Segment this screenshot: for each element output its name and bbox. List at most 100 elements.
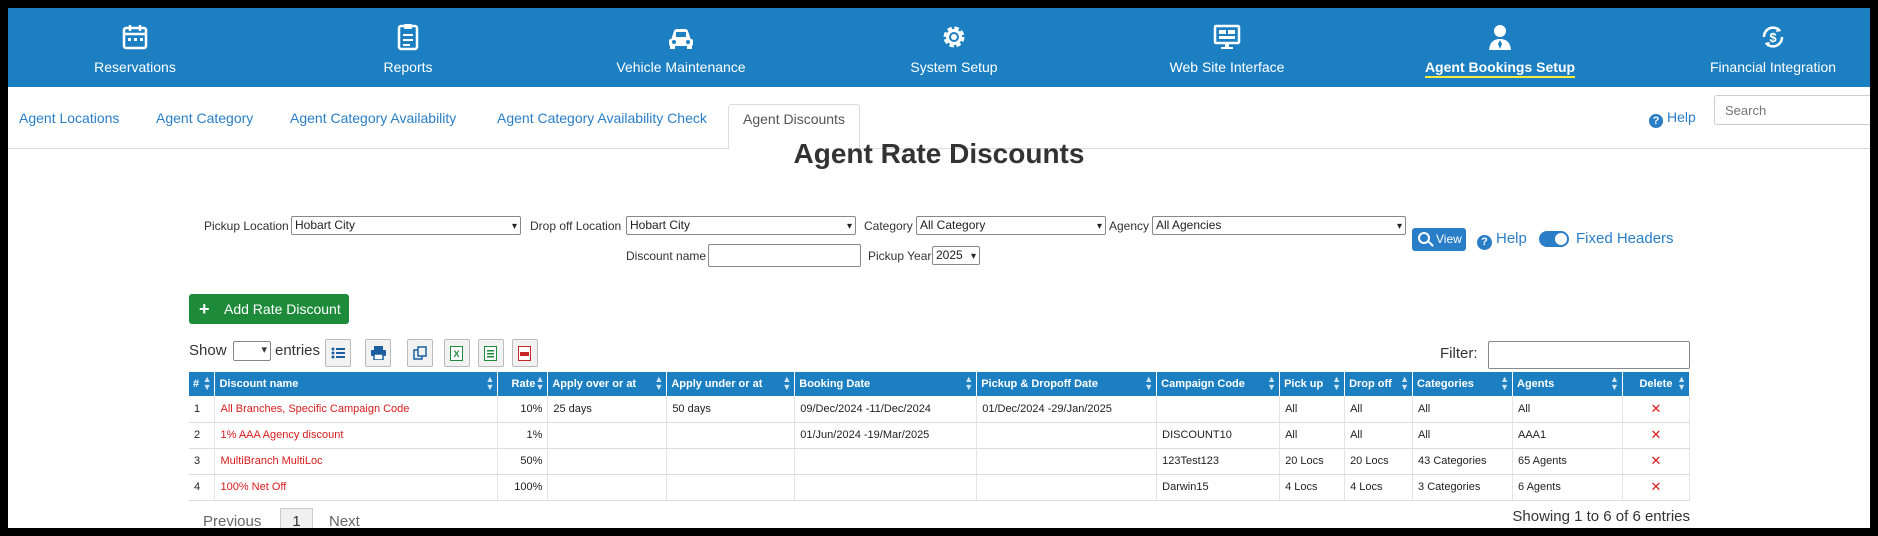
add-rate-discount-button[interactable]: + Add Rate Discount — [189, 294, 349, 324]
table-cell — [666, 474, 796, 501]
table-cell: 50 days — [666, 396, 796, 423]
column-header-label: Discount name — [219, 378, 299, 390]
nav-reservations[interactable]: Reservations — [15, 8, 255, 87]
tab-agent-category-availability-check[interactable]: Agent Category Availability Check — [497, 110, 707, 126]
filter-input[interactable] — [1488, 341, 1690, 369]
table-cell: 2 — [189, 422, 216, 449]
pdf-export-button[interactable] — [512, 339, 538, 367]
nav-reports[interactable]: Reports — [288, 8, 528, 87]
column-header[interactable]: # ▲ ▼ — [189, 372, 216, 396]
fixed-headers-label: Fixed Headers — [1576, 230, 1674, 247]
discounts-table: # ▲ ▼ Discount name ▲ ▼ Rate ▲ ▼ Apply over or at… — [189, 372, 1691, 501]
table-cell: All — [1412, 396, 1513, 423]
agency-select[interactable]: All Agencies ▾ — [1152, 216, 1406, 235]
fixed-headers-toggle[interactable] — [1539, 231, 1569, 247]
category-label: Category — [864, 219, 913, 233]
print-button[interactable] — [365, 339, 391, 367]
column-header[interactable]: Drop off ▲ ▼ — [1344, 372, 1414, 396]
nav-web-site-interface[interactable]: Web Site Interface — [1107, 8, 1347, 87]
delete-icon[interactable]: ✕ — [1622, 396, 1691, 423]
pickup-year-select[interactable]: 2025 ▾ — [932, 246, 980, 265]
column-header[interactable]: Rate ▲ ▼ — [497, 372, 549, 396]
table-cell — [547, 422, 668, 449]
column-header[interactable]: Delete ▲ ▼ — [1622, 372, 1691, 396]
copy-button[interactable] — [407, 339, 433, 367]
column-header[interactable]: Pickup & Dropoff Date ▲ ▼ — [976, 372, 1158, 396]
table-cell: 10% — [497, 396, 549, 423]
table-row: 2 1% AAA Agency discount 1% 01/Jun/2024 -19… — [189, 422, 1691, 449]
table-cell: DISCOUNT10 — [1156, 422, 1281, 449]
top-nav: Reservations Reports Vehicle Maintenance… — [8, 8, 1870, 87]
delete-icon[interactable]: ✕ — [1622, 474, 1691, 501]
previous-page-button[interactable]: Previous — [203, 513, 261, 528]
tab-agent-category[interactable]: Agent Category — [156, 110, 253, 126]
table-cell — [547, 448, 668, 475]
view-button[interactable]: View — [1412, 228, 1466, 251]
discount-name-input[interactable] — [708, 244, 861, 267]
nav-label: Reservations — [94, 59, 176, 75]
nav-label: Reports — [383, 59, 433, 75]
table-cell: 4 Locs — [1344, 474, 1414, 501]
column-header[interactable]: Pick up ▲ ▼ — [1279, 372, 1346, 396]
discount-name-link[interactable]: 100% Net Off — [214, 474, 499, 501]
table-cell: 65 Agents — [1512, 448, 1623, 475]
column-header-label: Pickup & Dropoff Date — [981, 378, 1098, 390]
table-cell: All — [1279, 422, 1346, 449]
help-label: Help — [1667, 109, 1696, 125]
question-icon: ? — [1477, 235, 1492, 250]
nav-label: Financial Integration — [1709, 59, 1837, 75]
table-cell — [666, 448, 796, 475]
tab-agent-locations[interactable]: Agent Locations — [19, 110, 119, 126]
column-header[interactable]: Discount name ▲ ▼ — [214, 372, 499, 396]
column-header[interactable]: Apply over or at ▲ ▼ — [547, 372, 668, 396]
table-row: 4 100% Net Off 100% Darwin15 4 Locs 4 Locs 3 C… — [189, 474, 1691, 501]
sort-icon: ▲ ▼ — [782, 374, 792, 392]
delete-icon[interactable]: ✕ — [1622, 448, 1691, 475]
help-link[interactable]: ? Help — [1649, 109, 1696, 128]
column-header[interactable]: Campaign Code ▲ ▼ — [1156, 372, 1281, 396]
sort-icon: ▲ ▼ — [1267, 374, 1277, 392]
discount-name-link[interactable]: All Branches, Specific Campaign Code — [214, 396, 499, 423]
table-cell — [976, 474, 1158, 501]
table-cell: 3 Categories — [1412, 474, 1513, 501]
table-cell: 3 — [189, 448, 216, 475]
column-visibility-button[interactable] — [325, 339, 351, 367]
column-header[interactable]: Booking Date ▲ ▼ — [794, 372, 978, 396]
pickup-location-select[interactable]: Hobart City ▾ — [291, 216, 521, 235]
table-cell: All — [1412, 422, 1513, 449]
tab-agent-category-availability[interactable]: Agent Category Availability — [290, 110, 456, 126]
csv-export-button[interactable] — [478, 339, 504, 367]
table-cell: All — [1344, 422, 1414, 449]
sort-icon: ▲ ▼ — [485, 374, 495, 392]
chevron-down-icon: ▾ — [970, 251, 976, 262]
nav-agent-bookings-setup[interactable]: Agent Bookings Setup — [1380, 8, 1620, 87]
app-window: Reservations Reports Vehicle Maintenance… — [8, 8, 1870, 528]
column-header[interactable]: Apply under or at ▲ ▼ — [666, 372, 796, 396]
search-input[interactable] — [1714, 95, 1870, 125]
nav-system-setup[interactable]: System Setup — [834, 8, 1074, 87]
agency-value: All Agencies — [1156, 218, 1222, 232]
column-header-label: Apply over or at — [552, 378, 637, 390]
table-row: 3 MultiBranch MultiLoc 50% 123Test123 20 Loc… — [189, 448, 1691, 475]
column-header[interactable]: Categories ▲ ▼ — [1412, 372, 1513, 396]
delete-icon[interactable]: ✕ — [1622, 422, 1691, 449]
next-page-button[interactable]: Next — [329, 513, 360, 528]
help-button[interactable]: ? Help — [1477, 230, 1527, 250]
nav-vehicle-maintenance[interactable]: Vehicle Maintenance — [561, 8, 801, 87]
table-cell — [1156, 396, 1281, 423]
search-icon — [1418, 232, 1430, 244]
discount-name-link[interactable]: MultiBranch MultiLoc — [214, 448, 499, 475]
calendar-icon — [122, 25, 148, 50]
excel-export-button[interactable]: X — [444, 339, 470, 367]
column-header[interactable]: Agents ▲ ▼ — [1512, 372, 1623, 396]
agent-icon — [1489, 25, 1511, 50]
category-select[interactable]: All Category ▾ — [916, 216, 1106, 235]
page-title: Agent Rate Discounts — [793, 138, 1085, 169]
sort-icon: ▲ ▼ — [535, 374, 545, 392]
entries-select[interactable] — [233, 341, 271, 361]
dropoff-location-select[interactable]: Hobart City ▾ — [626, 216, 856, 235]
discount-name-link[interactable]: 1% AAA Agency discount — [214, 422, 499, 449]
page-button-1[interactable]: 1 — [280, 508, 313, 528]
nav-financial-integration[interactable]: $ Financial Integration — [1653, 8, 1870, 87]
table-cell: 25 days — [547, 396, 668, 423]
